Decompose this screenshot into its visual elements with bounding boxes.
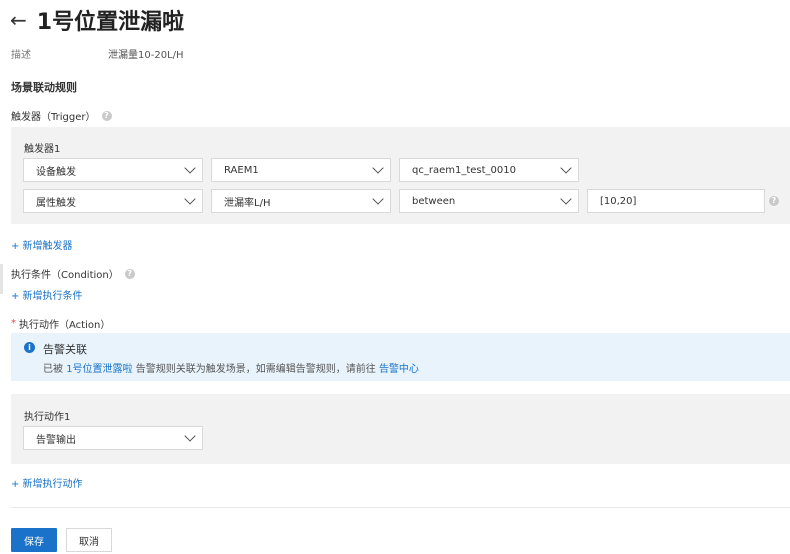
device-select[interactable]: RAEM1 [211, 158, 391, 182]
condition-label-text: 执行条件（Condition） [11, 270, 119, 281]
action-type-select[interactable]: 告警输出 [23, 426, 203, 450]
product-select[interactable]: qc_raem1_test_0010 [399, 158, 579, 182]
help-icon[interactable]: ? [769, 196, 779, 206]
chevron-down-icon [560, 193, 572, 205]
range-input[interactable]: [10,20] [587, 189, 765, 213]
action-group-title: 执行动作1 [24, 412, 71, 423]
range-value: [10,20] [600, 195, 637, 207]
operator-select[interactable]: between [399, 189, 579, 213]
rules-section-title: 场景联动规则 [11, 81, 77, 94]
trigger-kind-value: 属性触发 [36, 197, 76, 209]
trigger-type-select[interactable]: 设备触发 [23, 158, 203, 182]
property-select[interactable]: 泄漏率L/H [211, 189, 391, 213]
add-action-link[interactable]: + 新增执行动作 [11, 475, 83, 490]
cancel-button[interactable]: 取消 [66, 528, 112, 552]
chevron-down-icon [184, 193, 196, 205]
action-label: * 执行动作（Action） [11, 316, 110, 331]
condition-label: 执行条件（Condition） ? [11, 266, 135, 281]
action-label-text: 执行动作（Action） [19, 320, 111, 331]
action-panel: 执行动作1 告警输出 [11, 394, 790, 464]
alarm-notice: i 告警关联 已被 1号位置泄露啦 告警规则关联为触发场景，如需编辑告警规则，请… [11, 333, 790, 381]
chevron-down-icon [184, 430, 196, 442]
side-collapse-handle[interactable] [0, 264, 3, 294]
notice-text: 已被 1号位置泄露啦 告警规则关联为触发场景，如需编辑告警规则，请前往 告警中心 [43, 360, 419, 375]
description-value: 泄漏量10-20L/H [108, 50, 184, 61]
trigger-kind-select[interactable]: 属性触发 [23, 189, 203, 213]
save-button[interactable]: 保存 [11, 528, 57, 552]
trigger-group-title: 触发器1 [24, 144, 61, 155]
device-value: RAEM1 [224, 164, 259, 176]
description-label: 描述 [11, 50, 31, 61]
chevron-down-icon [184, 162, 196, 174]
chevron-down-icon [560, 162, 572, 174]
required-mark: * [11, 318, 16, 329]
page-title: 1号位置泄漏啦 [36, 10, 185, 35]
help-icon[interactable]: ? [124, 268, 135, 279]
chevron-down-icon [372, 193, 384, 205]
chevron-down-icon [372, 162, 384, 174]
notice-title: 告警关联 [43, 343, 87, 356]
notice-middle: 告警规则关联为触发场景，如需编辑告警规则，请前往 [135, 364, 376, 375]
product-value: qc_raem1_test_0010 [412, 164, 516, 176]
footer-divider [11, 507, 790, 508]
alarm-rule-link[interactable]: 1号位置泄露啦 [66, 364, 132, 375]
property-value: 泄漏率L/H [224, 197, 271, 209]
operator-value: between [412, 195, 456, 207]
info-icon: i [24, 342, 35, 353]
trigger-type-value: 设备触发 [36, 166, 76, 178]
help-icon[interactable]: ? [101, 110, 112, 121]
add-condition-link[interactable]: + 新增执行条件 [11, 287, 83, 302]
notice-prefix: 已被 [43, 364, 63, 375]
add-trigger-link[interactable]: + 新增触发器 [11, 237, 73, 252]
trigger-label-text: 触发器（Trigger） [11, 112, 96, 123]
back-arrow-icon[interactable]: ← [10, 10, 27, 30]
action-type-value: 告警输出 [36, 434, 76, 446]
trigger-label: 触发器（Trigger） ? [11, 108, 112, 123]
trigger-panel: 触发器1 设备触发 RAEM1 qc_raem1_test_0010 属性触发 … [11, 127, 790, 224]
alarm-center-link[interactable]: 告警中心 [379, 364, 419, 375]
page-header: ← 1号位置泄漏啦 [10, 4, 184, 36]
